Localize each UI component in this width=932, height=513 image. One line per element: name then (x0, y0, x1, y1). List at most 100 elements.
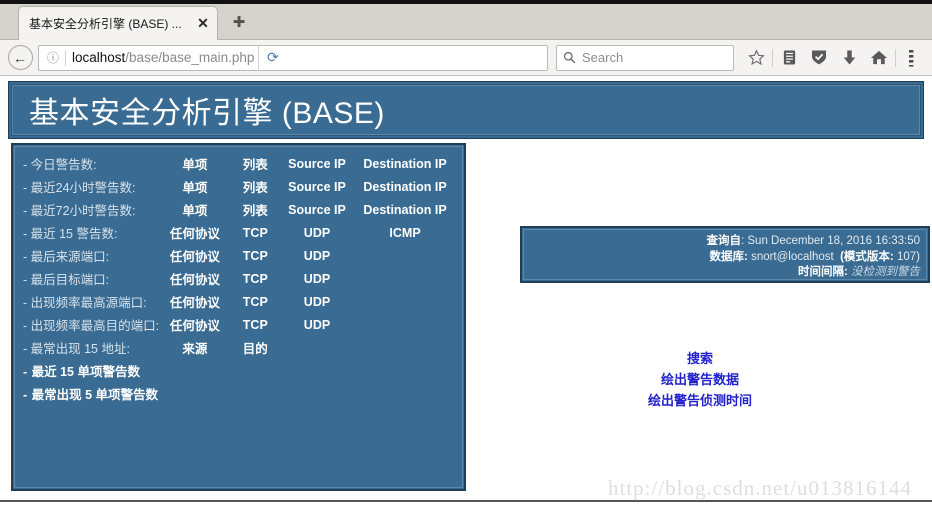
queried-on-value: : Sun December 18, 2016 16:33:50 (740, 235, 920, 247)
row-label: - 出现频率最高目的端口: (23, 319, 160, 333)
row-dash: - (23, 364, 28, 379)
link-tcp[interactable]: TCP (243, 272, 268, 286)
link-tcp[interactable]: TCP (243, 249, 268, 263)
url-text: localhost/base/base_main.php (72, 50, 254, 65)
database-label: 数据库: (709, 250, 748, 263)
database-value: snort@localhost (751, 250, 834, 263)
link-udp[interactable]: UDP (304, 226, 330, 240)
toolbar-icons (742, 44, 926, 72)
table-row: - 最近 15 单项警告数 (23, 359, 456, 382)
navigation-toolbar: ← ⓘ localhost/base/base_main.php ⟳ Searc… (0, 40, 932, 76)
row-label: - 最后目标端口: (23, 273, 110, 287)
address-divider (65, 49, 66, 66)
link-source-ip[interactable]: Source IP (288, 203, 346, 217)
alert-summary-table: - 今日警告数: 单项 列表 Source IP Destination IP … (23, 152, 456, 405)
link-source[interactable]: 来源 (182, 342, 207, 356)
url-path: /base/base_main.php (125, 50, 255, 65)
link-tcp[interactable]: TCP (243, 318, 268, 332)
link-destination[interactable]: 目的 (243, 342, 268, 356)
link-udp[interactable]: UDP (304, 318, 330, 332)
link-destination-ip[interactable]: Destination IP (363, 157, 446, 171)
table-row: - 出现频率最高源端口: 任何协议 TCP UDP (23, 290, 456, 313)
browser-tab-active[interactable]: 基本安全分析引擎 (BASE) ... ✕ (18, 6, 218, 40)
link-udp[interactable]: UDP (304, 272, 330, 286)
download-icon[interactable] (835, 44, 863, 72)
link-source-ip[interactable]: Source IP (288, 180, 346, 194)
home-icon[interactable] (865, 44, 893, 72)
close-icon[interactable]: ✕ (195, 15, 211, 32)
back-arrow-icon: ← (7, 45, 33, 70)
row-bold-cell: - 最常出现 5 单项警告数 (23, 382, 456, 405)
query-info-inner: 查询自: Sun December 18, 2016 16:33:50 数据库:… (523, 229, 927, 280)
link-destination-ip[interactable]: Destination IP (363, 203, 446, 217)
time-window-line: 时间间隔: 没检测到警告 (524, 265, 920, 281)
link-destination-ip[interactable]: Destination IP (363, 180, 446, 194)
search-input[interactable]: Search (582, 50, 623, 65)
table-row: - 今日警告数: 单项 列表 Source IP Destination IP (23, 152, 456, 175)
link-any-protocol[interactable]: 任何协议 (170, 296, 220, 310)
app-banner: 基本安全分析引擎 (BASE) (8, 81, 924, 139)
queried-on-line: 查询自: Sun December 18, 2016 16:33:50 (524, 234, 920, 250)
table-row: - 最近24小时警告数: 单项 列表 Source IP Destination… (23, 175, 456, 198)
row-label: - 出现频率最高源端口: (23, 296, 147, 310)
table-row: - 最常出现 5 单项警告数 (23, 382, 456, 405)
row-label: - 今日警告数: (23, 158, 97, 172)
row-bold-cell: - 最近 15 单项警告数 (23, 359, 456, 382)
search-bar[interactable]: Search (556, 44, 734, 71)
link-tcp[interactable]: TCP (243, 226, 268, 240)
link-listing[interactable]: 列表 (243, 204, 268, 218)
link-any-protocol[interactable]: 任何协议 (170, 319, 220, 333)
horizontal-divider (0, 500, 932, 502)
schema-label: (模式版本: (840, 250, 894, 263)
tab-title: 基本安全分析引擎 (BASE) ... (29, 17, 182, 31)
bookmark-star-icon[interactable] (742, 44, 770, 72)
table-row: - 出现频率最高目的端口: 任何协议 TCP UDP (23, 313, 456, 336)
page-content: 基本安全分析引擎 (BASE) - 今日警告数: 单项 列表 Source IP… (0, 76, 932, 511)
queried-on-label: 查询自 (706, 235, 741, 247)
row-label: - 最近 15 警告数: (23, 227, 118, 241)
link-unique[interactable]: 单项 (182, 181, 207, 195)
database-line: 数据库: snort@localhost (模式版本: 107) (524, 250, 920, 266)
url-host: localhost (72, 50, 126, 65)
table-row: - 最近72小时警告数: 单项 列表 Source IP Destination… (23, 198, 456, 221)
link-icmp[interactable]: ICMP (389, 226, 420, 240)
link-most-frequent-5-alerts[interactable]: 最常出现 5 单项警告数 (32, 388, 158, 402)
row-label: - 最常出现 15 地址: (23, 342, 130, 356)
schema-value: 107) (896, 250, 920, 263)
link-listing[interactable]: 列表 (243, 181, 268, 195)
page-title: 基本安全分析引擎 (BASE) (29, 97, 385, 130)
browser-window: 基本安全分析引擎 (BASE) ... ✕ ✚ ← ⓘ localhost/ba… (0, 0, 932, 513)
address-bar[interactable]: ⓘ localhost/base/base_main.php ⟳ (38, 44, 548, 71)
link-source-ip[interactable]: Source IP (288, 157, 346, 171)
page-info-icon[interactable]: ⓘ (43, 49, 63, 66)
shield-icon[interactable] (805, 44, 833, 72)
link-any-protocol[interactable]: 任何协议 (170, 227, 220, 241)
link-listing[interactable]: 列表 (243, 158, 268, 172)
link-tcp[interactable]: TCP (243, 295, 268, 309)
time-window-label: 时间间隔: (797, 266, 848, 278)
toolbar-divider-2 (895, 48, 896, 67)
link-graph-alert-detection-time[interactable]: 绘出警告侦测时间 (520, 390, 880, 411)
back-button[interactable]: ← (6, 44, 34, 72)
link-udp[interactable]: UDP (304, 295, 330, 309)
link-search[interactable]: 搜索 (520, 348, 880, 369)
link-unique[interactable]: 单项 (182, 158, 207, 172)
link-any-protocol[interactable]: 任何协议 (170, 250, 220, 264)
table-row: - 最后来源端口: 任何协议 TCP UDP (23, 244, 456, 267)
new-tab-icon[interactable]: ✚ (228, 12, 250, 34)
link-unique[interactable]: 单项 (182, 204, 207, 218)
table-row: - 最近 15 警告数: 任何协议 TCP UDP ICMP (23, 221, 456, 244)
menu-icon[interactable] (898, 44, 926, 72)
link-any-protocol[interactable]: 任何协议 (170, 273, 220, 287)
link-last-15-unique-alerts[interactable]: 最近 15 单项警告数 (32, 365, 140, 379)
time-window-value: 没检测到警告 (851, 266, 920, 278)
reload-icon[interactable]: ⟳ (258, 44, 286, 71)
query-info-box: 查询自: Sun December 18, 2016 16:33:50 数据库:… (520, 226, 930, 283)
row-label: - 最近24小时警告数: (23, 181, 136, 195)
link-graph-alert-data[interactable]: 绘出警告数据 (520, 369, 880, 390)
reader-list-icon[interactable] (775, 44, 803, 72)
link-udp[interactable]: UDP (304, 249, 330, 263)
row-label: - 最后来源端口: (23, 250, 110, 264)
row-label: - 最近72小时警告数: (23, 204, 136, 218)
app-banner-inner: 基本安全分析引擎 (BASE) (12, 85, 920, 135)
